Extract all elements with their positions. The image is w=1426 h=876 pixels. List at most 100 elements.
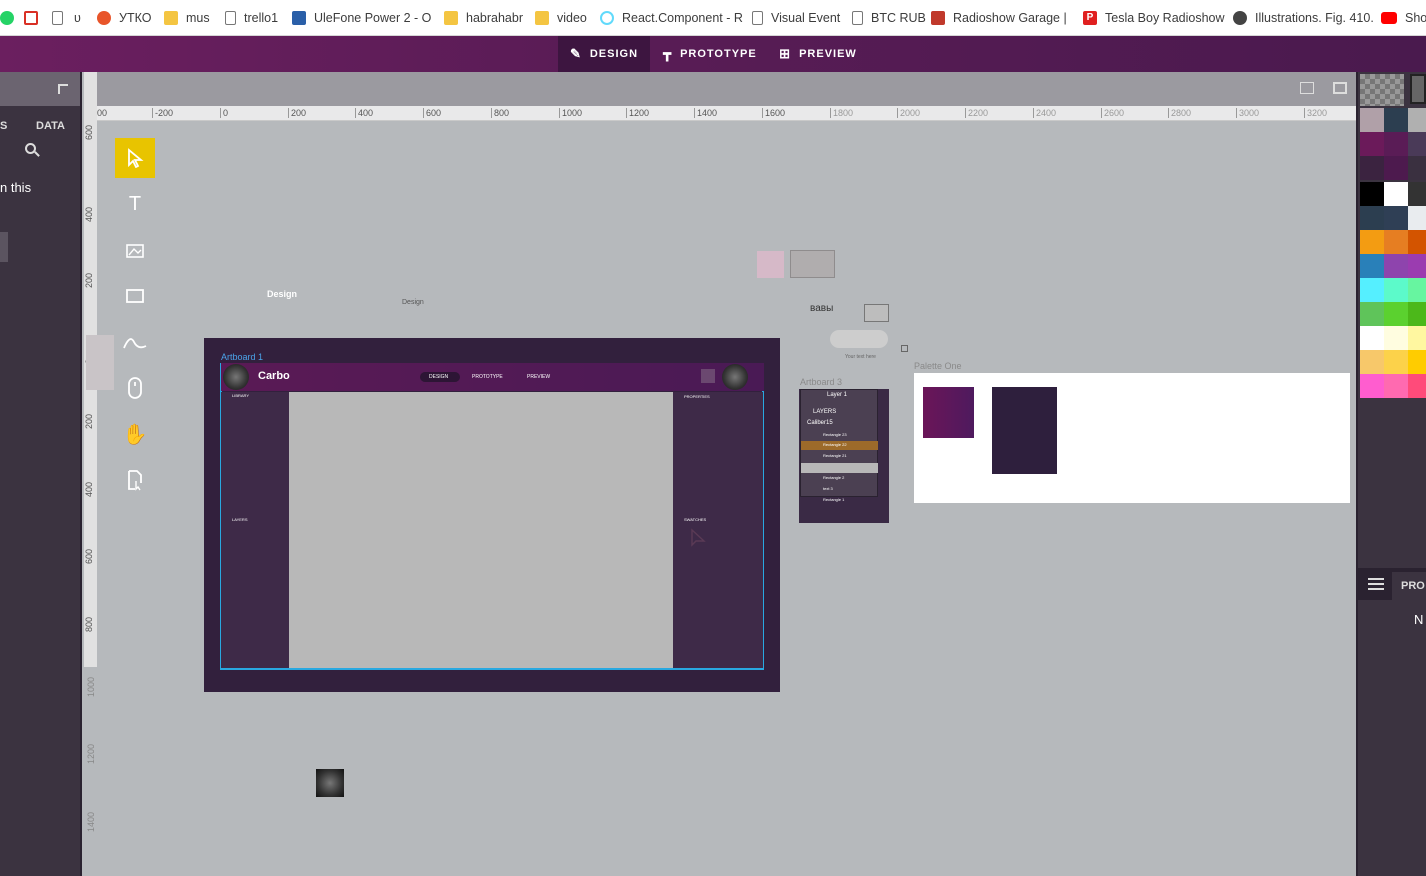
ruler-tick: 400 <box>84 481 94 497</box>
fullscreen-icon[interactable] <box>1333 82 1347 94</box>
swatch-cell[interactable] <box>1360 350 1384 374</box>
swatch-cell[interactable] <box>1360 182 1384 206</box>
hand-tool-icon[interactable]: ✋ <box>115 414 155 454</box>
left-panel-item[interactable] <box>0 232 8 262</box>
tab-data[interactable]: DATA <box>36 120 65 132</box>
swatch-cell[interactable] <box>1408 108 1426 132</box>
swatch-cell[interactable] <box>1360 326 1384 350</box>
swatch-cell[interactable] <box>1360 302 1384 326</box>
canvas-gauge-image[interactable] <box>316 769 344 797</box>
swatch-cell[interactable] <box>1384 326 1408 350</box>
swatch-cell[interactable] <box>1384 254 1408 278</box>
swatch-cell[interactable] <box>1360 254 1384 278</box>
artboard-1-label[interactable]: Artboard 1 <box>221 352 263 362</box>
mouse-tool-icon[interactable] <box>115 368 155 408</box>
current-color-box[interactable] <box>1410 74 1426 104</box>
palette-one-artboard[interactable] <box>914 373 1350 503</box>
bookmark-upsilon[interactable]: υ <box>74 0 81 35</box>
bookmark-tesla-boy[interactable]: P Tesla Boy Radioshow <box>1083 0 1225 35</box>
swatch-cell[interactable] <box>1384 182 1408 206</box>
bookmark-trello1[interactable]: trello1 <box>225 0 278 35</box>
tab-prototype[interactable]: ┳ PROTOTYPE <box>656 36 764 72</box>
artboard3-row-highlight <box>801 463 878 473</box>
canvas-text-design-small[interactable]: Design <box>402 299 424 306</box>
palette-swatch-purple[interactable] <box>923 387 974 438</box>
dark-icon <box>1233 11 1247 25</box>
artboard3[interactable]: Layer 1 LAYERS Caliber15 Rectangle 23 Re… <box>799 389 889 523</box>
bookmark-page-1[interactable] <box>52 0 71 35</box>
swatch-cell[interactable] <box>1384 374 1408 398</box>
swatch-cell[interactable] <box>1408 182 1426 206</box>
bookmark-mus[interactable]: mus <box>164 0 210 35</box>
canvas-gray-rect[interactable] <box>790 250 835 278</box>
tab-preview[interactable]: ⊞ PREVIEW <box>772 36 864 72</box>
folder-icon <box>535 11 549 25</box>
bookmark-gmail[interactable] <box>24 0 46 35</box>
swatch-cell[interactable] <box>1360 278 1384 302</box>
layout-icon[interactable] <box>1300 82 1314 94</box>
swatch-cell[interactable] <box>1408 350 1426 374</box>
tab-s[interactable]: S <box>0 120 7 132</box>
palette-swatch-dark[interactable] <box>992 387 1057 474</box>
ruler-tick: 600 <box>84 124 94 140</box>
canvas-placeholder-text[interactable]: Your text here <box>845 354 876 360</box>
swatch-cell[interactable] <box>1360 156 1384 180</box>
bookmark-habrahabr[interactable]: habrahabr <box>444 0 523 35</box>
image-tool-icon[interactable] <box>115 230 155 270</box>
swatch-cell[interactable] <box>1408 156 1426 180</box>
transparency-swatch[interactable] <box>1360 74 1404 106</box>
artboard-1[interactable]: Artboard 1 Carbo DESIGN PROTOTYPE PREVIE… <box>204 338 780 692</box>
search-icon-handle <box>34 151 40 157</box>
swatch-cell[interactable] <box>1384 350 1408 374</box>
select-tool-icon[interactable] <box>115 138 155 178</box>
canvas-pill-input[interactable] <box>830 330 888 348</box>
pen-tool-icon[interactable] <box>115 322 155 362</box>
swatch-cell[interactable] <box>1384 132 1408 156</box>
bookmark-visual-event[interactable]: Visual Event <box>752 0 840 35</box>
swatch-cell[interactable] <box>1408 206 1426 230</box>
swatch-cell[interactable] <box>1360 374 1384 398</box>
bookmark-youtube[interactable]: Sho <box>1381 0 1426 35</box>
swatch-cell[interactable] <box>1360 230 1384 254</box>
swatch-cell[interactable] <box>1384 156 1408 180</box>
ruler-tick: 200 <box>84 272 94 288</box>
folder-icon <box>444 11 458 25</box>
swatch-cell[interactable] <box>1384 230 1408 254</box>
swatch-cell[interactable] <box>1360 108 1384 132</box>
rectangle-tool-icon[interactable] <box>115 276 155 316</box>
swatch-cell[interactable] <box>1384 206 1408 230</box>
swatch-cell[interactable] <box>1384 302 1408 326</box>
bookmark-react[interactable]: React.Component - R <box>600 0 743 35</box>
swatch-cell[interactable] <box>1360 132 1384 156</box>
bookmark-utko[interactable]: УТКО <box>97 0 151 35</box>
bookmark-whatsapp[interactable] <box>0 0 22 35</box>
collapse-icon[interactable] <box>58 84 68 94</box>
canvas-text-design[interactable]: Design <box>267 289 297 299</box>
swatch-cell[interactable] <box>1384 108 1408 132</box>
tab-label: PROTOTYPE <box>680 48 757 60</box>
bookmark-radioshow-garage[interactable]: Radioshow Garage | <box>931 0 1067 35</box>
bookmark-ulefone[interactable]: UleFone Power 2 - O <box>292 0 431 35</box>
swatch-cell[interactable] <box>1360 206 1384 230</box>
swatch-cell[interactable] <box>1408 132 1426 156</box>
artboard3-row: Rectangle 22 <box>823 442 847 447</box>
sliders-icon[interactable] <box>1368 576 1384 590</box>
bookmark-btc-rub[interactable]: BTC RUB <box>852 0 926 35</box>
canvas-text-vavy[interactable]: вавы <box>810 303 833 314</box>
tab-design[interactable]: ✎ DESIGN <box>558 36 650 72</box>
bookmark-illustrations[interactable]: Illustrations. Fig. 410. <box>1233 0 1374 35</box>
swatch-cell[interactable] <box>1408 302 1426 326</box>
text-tool-icon[interactable]: T <box>115 184 155 224</box>
swatch-cell[interactable] <box>1408 254 1426 278</box>
canvas-fragment[interactable] <box>86 335 114 390</box>
swatch-cell[interactable] <box>1408 326 1426 350</box>
canvas-pink-square[interactable] <box>757 251 784 278</box>
canvas-small-box[interactable] <box>864 304 889 322</box>
canvas-tiny-square[interactable] <box>901 345 908 352</box>
bookmark-video[interactable]: video <box>535 0 587 35</box>
swatch-cell[interactable] <box>1408 278 1426 302</box>
swatch-cell[interactable] <box>1408 374 1426 398</box>
swatch-cell[interactable] <box>1408 230 1426 254</box>
export-tool-icon[interactable] <box>115 460 155 500</box>
swatch-cell[interactable] <box>1384 278 1408 302</box>
